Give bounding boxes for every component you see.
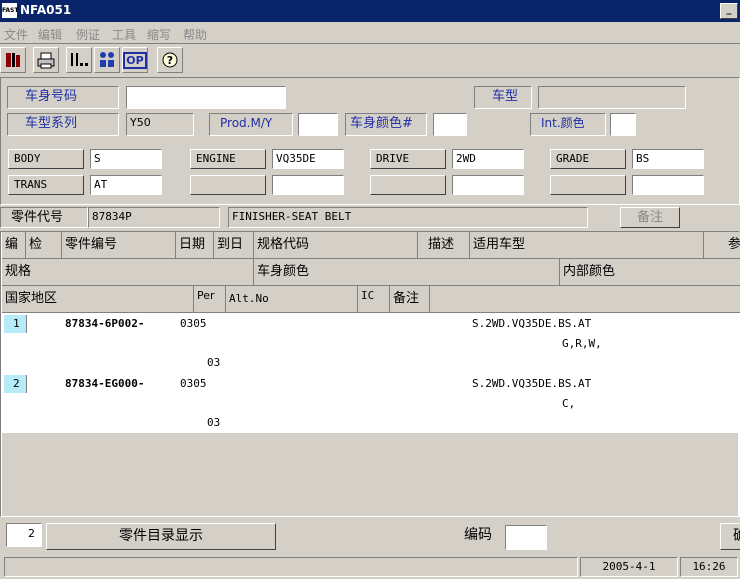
body-color-label: 车身颜色# [345,113,427,136]
col-header-edit[interactable]: 编 [2,232,26,259]
status-date: 2005-4-1 [580,557,678,577]
engine-attr-value[interactable]: VQ35DE [272,149,344,169]
menu-abbreviation[interactable]: 缩写 [147,26,171,43]
col-header-part-no[interactable]: 零件编号 [62,232,176,259]
menu-edit[interactable]: 编辑 [38,26,62,43]
row-colors: G,R,W, [562,337,602,350]
table-row[interactable]: 2 87834-EG000- 0305 S.2WD.VQ35DE.BS.AT C… [2,374,738,432]
menu-file[interactable]: 文件 [4,26,28,43]
menu-tools[interactable]: 工具 [112,26,136,43]
code-label: 编码 [464,527,492,543]
col-header-remark[interactable]: 备注 [390,286,430,313]
empty-attr-value[interactable] [272,175,344,195]
col-header-blank [430,286,740,313]
empty-attr-button[interactable] [550,175,626,195]
part-name-field: FINISHER-SEAT BELT [228,207,588,228]
car-type-label: 车型 [474,86,532,109]
title-bar: FAST NFA051 _ [0,0,740,22]
empty-attr-value[interactable] [632,175,704,195]
row-colors: C, [562,397,576,410]
col-header-spec[interactable]: 规格 [2,259,254,286]
status-panel-main [4,557,578,577]
engine-attr-button[interactable]: ENGINE [190,149,266,169]
empty-attr-value[interactable] [452,175,524,195]
row-models: S.2WD.VQ35DE.BS.AT [472,377,592,390]
col-header-end-date[interactable]: 到日 [214,232,254,259]
col-header-interior-color[interactable]: 内部颜色 [560,259,740,286]
window-title: NFA051 [20,3,72,17]
row-index[interactable]: 1 [4,315,27,333]
grade-attr-button[interactable]: GRADE [550,149,626,169]
col-header-models[interactable]: 适用车型 [470,232,704,259]
menu-illustration[interactable]: 例证 [76,26,100,43]
catalog-display-button[interactable]: 零件目录显示 [46,523,276,550]
col-header-ic[interactable]: IC [358,286,390,313]
col-header-ref[interactable]: 参 [704,232,740,259]
grade-attr-value[interactable]: BS [632,149,704,169]
row-index[interactable]: 2 [4,375,27,393]
series-label: 车型系列 [7,113,119,136]
body-attr-button[interactable]: BODY [8,149,84,169]
car-type-field [538,86,686,109]
col-header-alt-no[interactable]: Alt.No [226,286,358,313]
row-end: 03 [207,416,221,429]
col-header-check[interactable]: 检 [26,232,62,259]
row-date: 0305 [180,377,207,390]
code-input[interactable] [505,525,547,550]
body-number-label: 车身号码 [7,86,119,109]
body-color-input[interactable] [433,113,467,136]
part-code-label: 零件代号 [0,207,88,228]
svg-text:?: ? [167,54,173,67]
col-header-region[interactable]: 国家地区 [2,286,194,313]
prod-my-label: Prod.M/Y [209,113,293,136]
part-code-field: 87834P [88,207,220,228]
book-icon[interactable] [0,47,26,73]
trans-attr-button[interactable]: TRANS [8,175,84,195]
count-field[interactable]: 2 [6,523,42,547]
grid-empty-area [2,433,738,516]
int-color-input[interactable] [610,113,636,136]
prod-my-input[interactable] [298,113,338,136]
drive-attr-value[interactable]: 2WD [452,149,524,169]
table-row[interactable]: 1 87834-6P002- 0305 S.2WD.VQ35DE.BS.AT G… [2,314,738,372]
hierarchy-icon[interactable] [94,47,120,73]
row-part-no: 87834-EG000- [65,377,145,390]
menu-help[interactable]: 帮助 [183,26,207,43]
menu-divider [0,43,740,44]
empty-attr-button[interactable] [370,175,446,195]
status-time: 16:26 [680,557,738,577]
app-logo-icon: FAST [2,3,18,18]
col-header-per[interactable]: Per [194,286,226,313]
trans-attr-value[interactable]: AT [90,175,162,195]
drive-attr-button[interactable]: DRIVE [370,149,446,169]
op-icon[interactable]: OP [122,47,148,73]
body-number-input[interactable] [126,86,286,109]
row-date: 0305 [180,317,207,330]
row-models: S.2WD.VQ35DE.BS.AT [472,317,592,330]
col-header-description[interactable]: 描述 [418,232,470,259]
row-end: 03 [207,356,221,369]
col-header-date[interactable]: 日期 [176,232,214,259]
remark-button[interactable]: 备注 [620,207,680,228]
col-header-body-color[interactable]: 车身颜色 [254,259,560,286]
col-header-spec-code[interactable]: 规格代码 [254,232,418,259]
int-color-label: Int.颜色 [530,113,606,136]
minimize-button[interactable]: _ [720,3,738,19]
confirm-button[interactable]: 确 [720,523,740,550]
row-part-no: 87834-6P002- [65,317,145,330]
help-icon[interactable]: ? [157,47,183,73]
printer-icon[interactable] [33,47,59,73]
series-field: Y50 [126,113,194,136]
body-attr-value[interactable]: S [90,149,162,169]
list-view-icon[interactable] [66,47,92,73]
empty-attr-button[interactable] [190,175,266,195]
